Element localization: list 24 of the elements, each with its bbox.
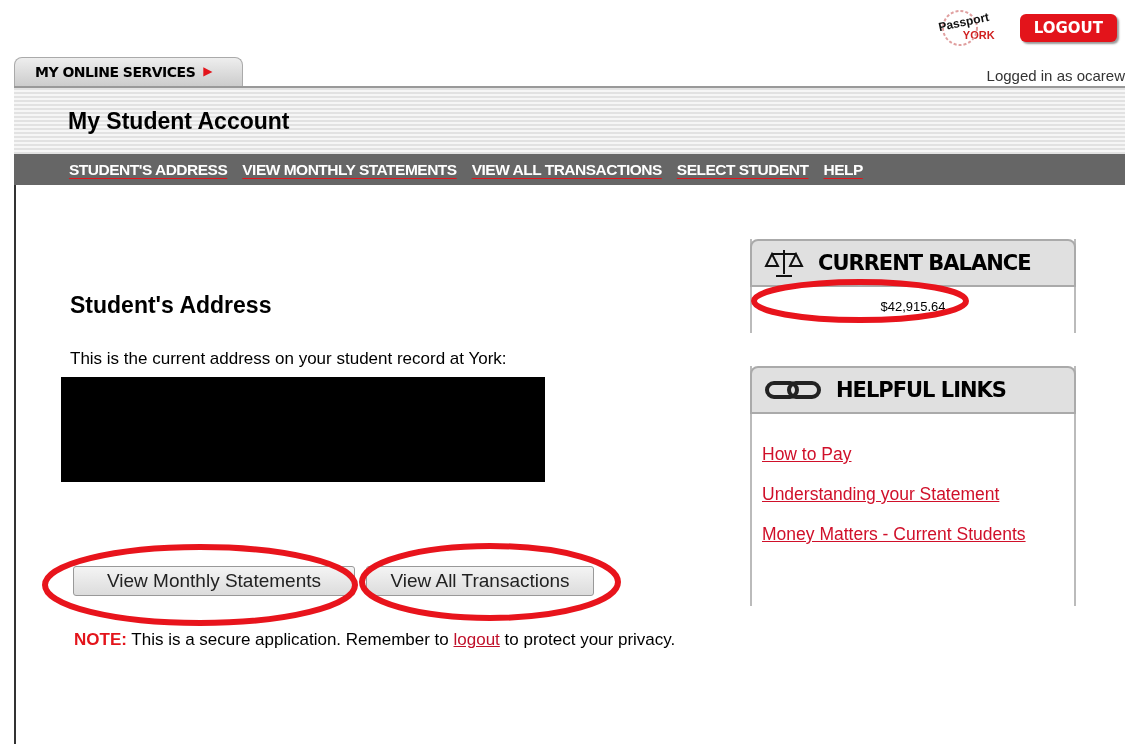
panel-title: CURRENT BALANCE [818,251,1031,275]
nav-link[interactable]: VIEW MONTHLY STATEMENTS [242,160,457,179]
panel-title: HELPFUL LINKS [836,378,1006,402]
page-title: My Student Account [68,107,290,135]
passport-york-logo: Passport YORK [917,6,1010,50]
my-online-services-tab[interactable]: MY ONLINE SERVICES ▶ [14,57,243,86]
helpful-link[interactable]: Money Matters - Current Students [762,524,1074,545]
balance-amount: $42,915.64 [880,299,946,314]
intro-text: This is the current address on your student record at York: [70,349,508,369]
note-text: NOTE: This is a secure application. Remember to logout to protect your privacy. [74,630,677,650]
logged-in-text: Logged in as ocarew [986,67,1125,86]
helpful-link[interactable]: How to Pay [762,444,1074,465]
nav-link[interactable]: STUDENT'S ADDRESS [69,160,228,179]
action-button[interactable]: View Monthly Statements [73,566,355,596]
nav-link[interactable]: HELP [823,160,863,179]
nav-link[interactable]: VIEW ALL TRANSACTIONS [471,160,662,179]
logout-link[interactable]: logout [453,630,500,649]
scales-icon [764,248,804,278]
action-button[interactable]: View All Transactions [366,566,594,596]
chain-link-icon [764,379,822,401]
logout-button[interactable]: LOGOUT [1019,14,1117,42]
section-heading: Student's Address [70,292,273,319]
nav-link[interactable]: SELECT STUDENT [676,160,809,179]
helpful-link[interactable]: Understanding your Statement [762,484,1074,505]
